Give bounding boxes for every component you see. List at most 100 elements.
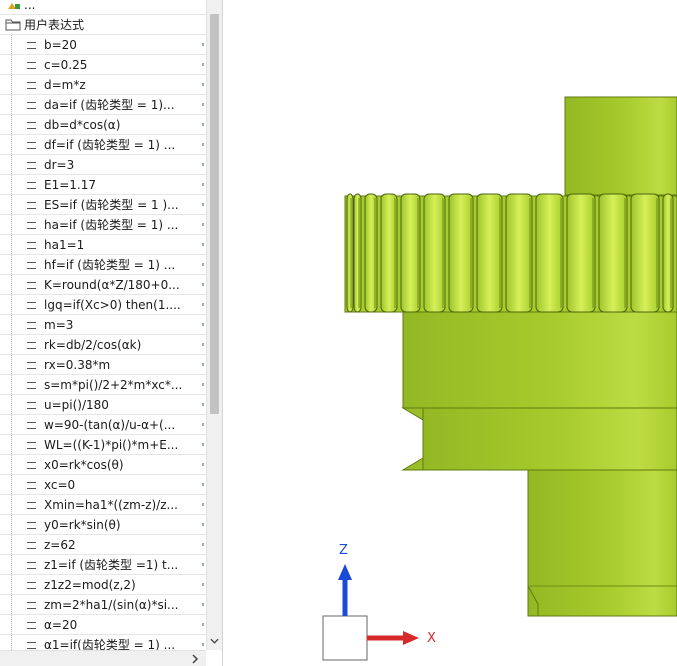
expression-item[interactable]: z1=if (齿轮类型 =1) t... (0, 555, 206, 575)
tree-guide-line (11, 375, 12, 394)
folder-label: 用户表达式 (24, 18, 85, 32)
part-icon (8, 3, 20, 9)
tree-guide-line (11, 195, 12, 214)
horizontal-scrollbar[interactable] (0, 650, 206, 666)
chevron-right-icon[interactable] (190, 654, 200, 664)
expression-icon (27, 62, 36, 69)
gear-tooth (505, 193, 533, 313)
expression-icon (27, 582, 36, 589)
expression-item[interactable]: lgq=if(Xc>0) then(1.... (0, 295, 206, 315)
expression-item[interactable]: dr=3 (0, 155, 206, 175)
expression-label: ES=if (齿轮类型 = 1 )... (44, 198, 179, 212)
expression-item[interactable]: db=d*cos(α) (0, 115, 206, 135)
tree-folder-user-expressions[interactable]: 用户表达式 (0, 15, 206, 35)
tree-guide-line (11, 175, 12, 194)
gear-body (402, 311, 677, 409)
expression-icon (27, 222, 36, 229)
expression-icon (27, 102, 36, 109)
expression-item[interactable]: α=20 (0, 615, 206, 635)
row-marker (202, 143, 204, 146)
expression-icon (27, 162, 36, 169)
expression-item[interactable]: w=90-(tan(α)/u-α+(... (0, 415, 206, 435)
row-marker (202, 643, 204, 646)
gear-tooth (400, 193, 421, 313)
tree-guide-line (11, 275, 12, 294)
row-marker (202, 43, 204, 46)
tree-guide-line (11, 535, 12, 554)
expression-item[interactable]: ha=if (齿轮类型 = 1) ... (0, 215, 206, 235)
axis-triad (322, 564, 419, 661)
expression-icon (27, 522, 36, 529)
row-marker (202, 503, 204, 506)
tree-guide-line (11, 615, 12, 634)
expression-item[interactable]: hf=if (齿轮类型 = 1) ... (0, 255, 206, 275)
expression-label: rk=db/2/cos(αk) (44, 338, 142, 352)
expression-label: da=if (齿轮类型 = 1)... (44, 98, 175, 112)
expression-icon (27, 302, 36, 309)
scrollbar-thumb[interactable] (210, 14, 219, 414)
tree-item-partial[interactable]: ... (0, 0, 206, 15)
expression-item[interactable]: Xmin=ha1*((zm-z)/z... (0, 495, 206, 515)
expression-icon (27, 482, 36, 489)
expression-label: x0=rk*cos(θ) (44, 458, 124, 472)
expression-item[interactable]: E1=1.17 (0, 175, 206, 195)
tree-guide-line (11, 455, 12, 474)
tree-guide-line (11, 495, 12, 514)
expression-item[interactable]: WL=((K-1)*pi()*m+E... (0, 435, 206, 455)
gear-tooth (346, 193, 354, 313)
expression-item[interactable]: da=if (齿轮类型 = 1)... (0, 95, 206, 115)
shaft-lower (527, 469, 677, 617)
expression-item[interactable]: rk=db/2/cos(αk) (0, 335, 206, 355)
expression-item[interactable]: d=m*z (0, 75, 206, 95)
expression-item[interactable]: K=round(α*Z/180+0... (0, 275, 206, 295)
expression-label: xc=0 (44, 478, 76, 492)
x-axis-arrow (403, 631, 419, 645)
expression-item[interactable]: z1z2=mod(z,2) (0, 575, 206, 595)
tree-guide-line (11, 135, 12, 154)
expression-label: z=62 (44, 538, 76, 552)
tree-guide-line (11, 355, 12, 374)
expression-item[interactable]: z=62 (0, 535, 206, 555)
expression-item[interactable]: c=0.25 (0, 55, 206, 75)
expression-item[interactable]: u=pi()/180 (0, 395, 206, 415)
expression-icon (27, 342, 36, 349)
expression-item[interactable]: m=3 (0, 315, 206, 335)
gear-model[interactable] (223, 0, 677, 666)
gear-tooth (448, 193, 474, 313)
expression-item[interactable]: ha1=1 (0, 235, 206, 255)
graphics-viewport[interactable]: Z X (223, 0, 677, 666)
vertical-scrollbar[interactable] (206, 0, 222, 650)
expression-item[interactable]: df=if (齿轮类型 = 1) ... (0, 135, 206, 155)
row-marker (202, 103, 204, 106)
expression-icon (27, 262, 36, 269)
expression-item[interactable]: s=m*pi()/2+2*m*xc*... (0, 375, 206, 395)
tree-guide-line (11, 55, 12, 74)
expression-item[interactable]: x0=rk*cos(θ) (0, 455, 206, 475)
expression-item[interactable]: ES=if (齿轮类型 = 1 )... (0, 195, 206, 215)
expression-label: df=if (齿轮类型 = 1) ... (44, 138, 176, 152)
expression-icon (27, 402, 36, 409)
tree-guide-line (11, 395, 12, 414)
expression-label: dr=3 (44, 158, 75, 172)
expression-label: s=m*pi()/2+2*m*xc*... (44, 378, 183, 392)
gear-tooth (535, 193, 564, 313)
tree-guide-line (11, 75, 12, 94)
expression-item[interactable]: zm=2*ha1/(sin(α)*si... (0, 595, 206, 615)
expression-item[interactable]: b=20 (0, 35, 206, 55)
tree-guide-line (11, 415, 12, 434)
expression-label: rx=0.38*m (44, 358, 111, 372)
gear-tooth (476, 193, 503, 313)
expression-item[interactable]: y0=rk*sin(θ) (0, 515, 206, 535)
row-marker (202, 463, 204, 466)
expression-icon (27, 282, 36, 289)
expression-label: WL=((K-1)*pi()*m+E... (44, 438, 179, 452)
expression-item[interactable]: rx=0.38*m (0, 355, 206, 375)
expression-item[interactable]: xc=0 (0, 475, 206, 495)
tree-guide-line (11, 435, 12, 454)
expression-label: w=90-(tan(α)/u-α+(... (44, 418, 176, 432)
tree-guide-line (11, 155, 12, 174)
expression-label: b=20 (44, 38, 77, 52)
expression-icon (27, 82, 36, 89)
row-marker (202, 323, 204, 326)
chevron-down-icon[interactable] (210, 636, 219, 646)
